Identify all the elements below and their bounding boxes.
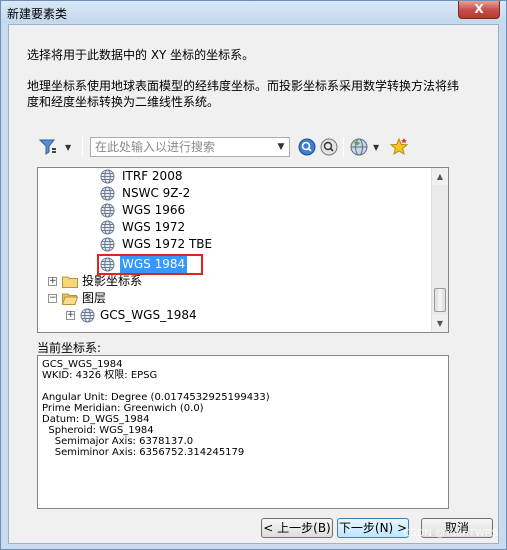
toolbar-separator [343,137,344,157]
detail-line: GCS_WGS_1984 [42,359,123,370]
globe-icon [100,169,115,184]
scroll-up-icon[interactable]: ▲ [432,168,448,185]
search-icon[interactable] [297,137,317,157]
current-coordinate-system-label: 当前坐标系: [37,341,102,355]
detail-line: WKID: 4326 权限: EPSG [42,370,158,381]
globe-icon [100,237,115,252]
toolbar-separator [82,137,83,157]
description-line-1: 地理坐标系使用地球表面模型的经纬度坐标。而投影坐标系采用数学转换方法将纬 [27,79,460,93]
folder-open-icon [62,293,78,305]
detail-line: Semimajor Axis: 6378137.0 [42,436,194,447]
window-title: 新建要素类 [7,7,68,21]
detail-line: Semiminor Axis: 6356752.314245179 [42,447,245,458]
filter-icon[interactable] [38,139,61,157]
instruction-text: 选择将用于此数据中的 XY 坐标的坐标系。 [27,48,255,62]
scroll-down-icon[interactable]: ▼ [432,315,448,332]
coordinate-system-tree[interactable]: ITRF 2008 NSWC 9Z-2 WGS 1966 WGS 1972 WG… [37,167,449,333]
globe-icon [100,203,115,218]
tree-item-label: WGS 1966 [122,203,186,217]
description-line-2: 度和经度坐标转换为二维线性系统。 [27,95,220,109]
dialog-window: 新建要素类 X 选择将用于此数据中的 XY 坐标的坐标系。 地理坐标系使用地球表… [0,0,507,550]
globe-add-icon[interactable] [349,137,369,157]
watermark: CSDN @YuanTWRS [403,528,498,539]
tree-item-label: GCS_WGS_1984 [100,308,197,322]
zoom-search-icon[interactable] [319,137,339,157]
title-bar[interactable]: 新建要素类 X [1,1,506,23]
globe-dropdown-arrow-icon[interactable]: ▼ [373,143,379,152]
globe-icon [100,220,115,235]
highlight-box [97,254,203,275]
close-button[interactable]: X [458,1,500,19]
coordinate-system-details: GCS_WGS_1984 WKID: 4326 权限: EPSG Angular… [37,355,449,509]
filter-dropdown-arrow-icon[interactable]: ▼ [65,143,71,152]
tree-folder-label: 投影坐标系 [82,274,143,288]
tree-folder-label: 图层 [82,291,107,305]
dialog-client-area: 选择将用于此数据中的 XY 坐标的坐标系。 地理坐标系使用地球表面模型的经纬度坐… [8,24,499,544]
tree-item-label: WGS 1972 TBE [122,237,213,251]
collapse-icon[interactable]: − [48,294,57,303]
detail-line: Spheroid: WGS_1984 [42,425,154,436]
search-placeholder: 在此处输入以进行搜索 [95,140,216,154]
search-dropdown-icon[interactable]: ▼ [275,140,287,154]
detail-line: Angular Unit: Degree (0.0174532925199433… [42,392,270,403]
expand-icon[interactable]: + [66,311,75,320]
search-input[interactable]: 在此处输入以进行搜索 ▼ [90,137,290,157]
next-button[interactable]: 下一步(N) > [337,518,409,538]
detail-line: Prime Meridian: Greenwich (0.0) [42,403,204,414]
globe-icon [80,308,95,323]
detail-line [42,381,444,392]
folder-icon [62,276,78,288]
expand-icon[interactable]: + [48,277,57,286]
back-button[interactable]: < 上一步(B) [261,518,333,538]
tree-item-label: NSWC 9Z-2 [122,186,191,200]
tree-scrollbar[interactable]: ▲ ▼ [431,168,448,332]
tree-item-label: WGS 1972 [122,220,186,234]
globe-icon [100,186,115,201]
detail-line: Datum: D_WGS_1984 [42,414,150,425]
scrollbar-thumb[interactable] [434,288,446,312]
tree-item-label: ITRF 2008 [122,169,183,183]
favorite-star-icon[interactable] [389,137,409,157]
